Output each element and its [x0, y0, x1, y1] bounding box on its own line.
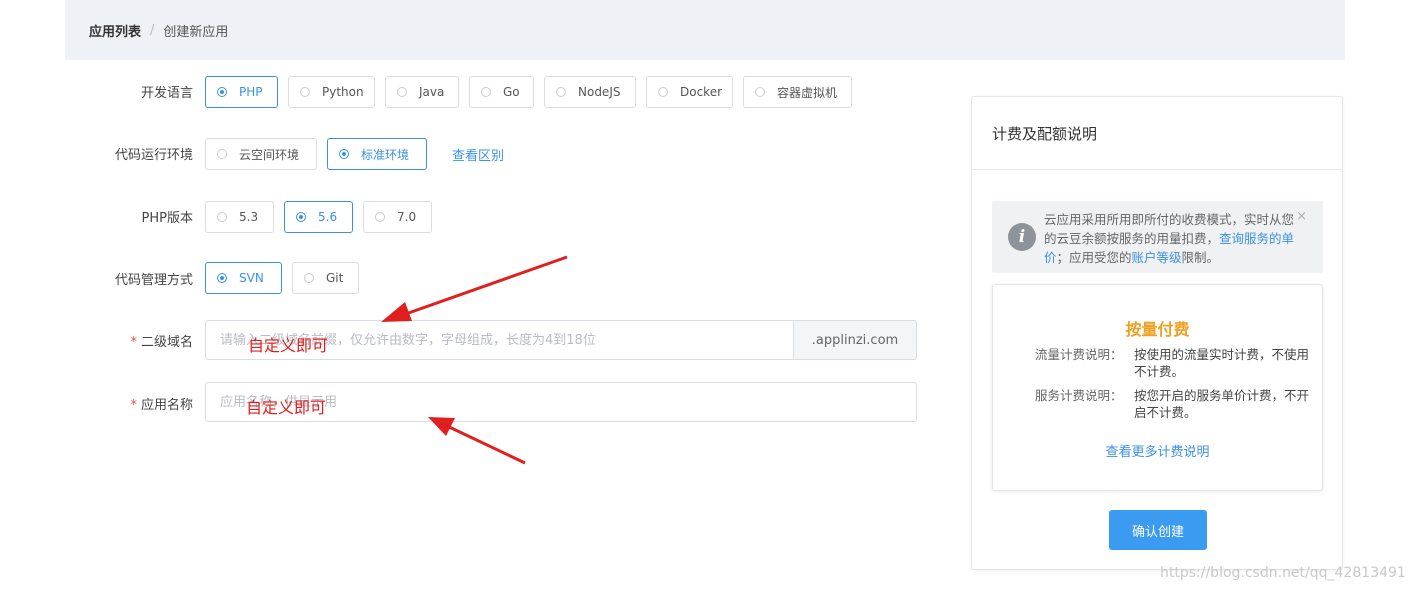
option-label: 5.3 — [239, 210, 259, 224]
breadcrumb-separator: / — [150, 22, 155, 38]
app-name-input[interactable] — [206, 383, 916, 421]
runtime-option-cloud-space[interactable]: 云空间环境 — [205, 138, 317, 170]
vcs-label: 代码管理方式 — [114, 273, 193, 288]
option-label: 云空间环境 — [239, 147, 300, 162]
option-label: Python — [322, 85, 364, 99]
radio-dot — [296, 212, 306, 222]
option-label: NodeJS — [578, 85, 621, 99]
radio-dot — [217, 273, 227, 283]
radio-dot — [304, 273, 314, 283]
traffic-billing-value: 按使用的流量实时计费，不使用不计费。 — [1134, 347, 1310, 379]
arrow-to-subdomain — [381, 255, 568, 322]
subdomain-label: * 二级域名 — [43, 331, 193, 350]
breadcrumb-app-list-link[interactable]: 应用列表 — [89, 21, 141, 40]
breadcrumb: 应用列表 / 创建新应用 — [65, 0, 1345, 60]
language-option-go[interactable]: Go — [469, 76, 534, 108]
required-mark: * — [130, 335, 137, 350]
info-icon: i — [1008, 223, 1036, 251]
language-option-docker[interactable]: Docker — [646, 76, 733, 108]
notice-text-3: 限制。 — [1181, 250, 1220, 265]
app-name-label: * 应用名称 — [43, 394, 193, 413]
radio-dot — [481, 87, 491, 97]
traffic-billing-key: 流量计费说明： — [1035, 347, 1123, 362]
notice-text: 云应用采用所用即所付的收费模式，实时从您的云豆余额按服务的用量扣费，查询服务的单… — [1044, 210, 1302, 267]
subdomain-input-group: .applinzi.com — [205, 320, 917, 360]
language-option-php[interactable]: PHP — [205, 76, 278, 108]
language-label: 开发语言 — [140, 86, 193, 101]
view-difference-link[interactable]: 查看区别 — [452, 145, 504, 164]
billing-panel: 计费及配额说明 i 云应用采用所用即所付的收费模式，实时从您的云豆余额按服务的用… — [971, 96, 1343, 570]
option-label: Git — [326, 271, 344, 285]
radio-dot — [339, 149, 349, 159]
php-version-option-7-0[interactable]: 7.0 — [363, 201, 432, 233]
required-mark: * — [130, 398, 137, 413]
more-billing-link[interactable]: 查看更多计费说明 — [993, 441, 1322, 460]
close-icon[interactable]: × — [1296, 209, 1307, 224]
option-label: 5.6 — [318, 210, 338, 224]
confirm-create-button[interactable]: 确认创建 — [1109, 510, 1207, 550]
panel-title: 计费及配额说明 — [992, 125, 1098, 143]
subdomain-label-text: 二级域名 — [140, 335, 193, 350]
language-option-java[interactable]: Java — [385, 76, 459, 108]
php-version-label: PHP版本 — [141, 211, 193, 226]
arrow-to-app-name — [428, 417, 526, 465]
php-version-option-5-6[interactable]: 5.6 — [284, 201, 353, 233]
subdomain-input[interactable] — [206, 321, 793, 359]
plan-title: 按量付费 — [1125, 320, 1190, 339]
option-label: PHP — [239, 85, 263, 99]
option-label: 7.0 — [397, 210, 417, 224]
pricing-plan-card: 按量付费 流量计费说明： 按使用的流量实时计费，不使用不计费。 服务计费说明： … — [992, 284, 1323, 491]
radio-dot — [300, 87, 310, 97]
option-label: Go — [503, 85, 520, 99]
option-label: Java — [419, 85, 445, 99]
radio-dot — [397, 87, 407, 97]
option-label: 容器虚拟机 — [777, 85, 838, 100]
language-option-container-vm[interactable]: 容器虚拟机 — [743, 76, 852, 108]
billing-notice: i 云应用采用所用即所付的收费模式，实时从您的云豆余额按服务的用量扣费，查询服务… — [992, 201, 1323, 273]
radio-dot — [217, 149, 227, 159]
language-option-nodejs[interactable]: NodeJS — [544, 76, 636, 108]
option-label: 标准环境 — [361, 147, 410, 162]
radio-dot — [217, 87, 227, 97]
service-billing-key: 服务计费说明： — [1035, 388, 1123, 403]
language-option-python[interactable]: Python — [288, 76, 375, 108]
vcs-option-git[interactable]: Git — [292, 262, 359, 294]
runtime-label: 代码运行环境 — [114, 148, 193, 163]
account-level-link[interactable]: 账户等级 — [1132, 250, 1182, 265]
radio-dot — [755, 87, 765, 97]
runtime-option-standard[interactable]: 标准环境 — [327, 138, 427, 170]
app-name-input-group — [205, 382, 917, 422]
radio-dot — [556, 87, 566, 97]
option-label: SVN — [239, 271, 264, 285]
radio-dot — [375, 212, 385, 222]
php-version-option-5-3[interactable]: 5.3 — [205, 201, 274, 233]
notice-text-2: ；应用受您的 — [1056, 250, 1132, 265]
option-label: Docker — [680, 85, 723, 99]
radio-dot — [217, 212, 227, 222]
watermark: https://blog.csdn.net/qq_42813491 — [1160, 565, 1406, 581]
radio-dot — [658, 87, 668, 97]
vcs-option-svn[interactable]: SVN — [205, 262, 282, 294]
app-name-label-text: 应用名称 — [140, 398, 193, 413]
service-billing-value: 按您开启的服务单价计费，不开启不计费。 — [1134, 388, 1310, 420]
panel-divider — [972, 169, 1342, 170]
breadcrumb-current: 创建新应用 — [163, 24, 229, 40]
subdomain-suffix: .applinzi.com — [793, 321, 916, 359]
